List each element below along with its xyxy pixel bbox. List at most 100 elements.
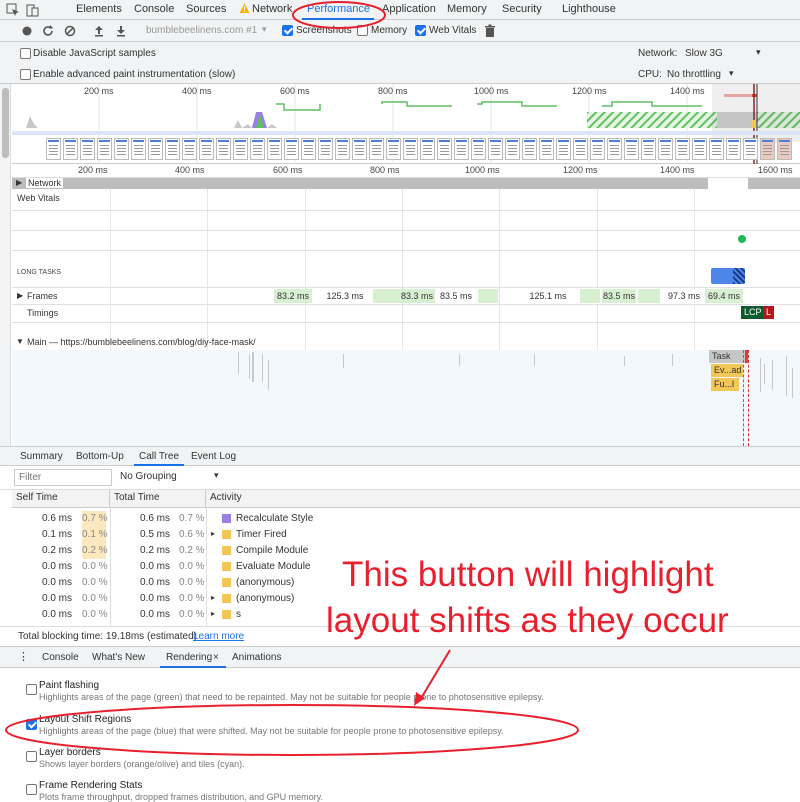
inspect-element-icon[interactable] [6,3,20,17]
reload-icon[interactable] [41,24,55,38]
web-vital-marker[interactable] [738,235,746,243]
filter-input[interactable] [14,469,112,486]
chevron-down-icon[interactable]: ▾ [756,47,761,58]
frame-box[interactable]: 125.1 ms [518,289,578,303]
screenshot-thumbnail[interactable] [641,138,656,160]
close-icon[interactable]: × [213,652,219,663]
screenshot-thumbnail[interactable] [692,138,707,160]
frame-box[interactable]: 97.3 ms [665,289,703,303]
learn-more-link[interactable]: Learn more [193,631,244,642]
screenshot-thumbnail[interactable] [352,138,367,160]
tab-call-tree[interactable]: Call Tree [139,451,179,462]
screenshot-thumbnail[interactable] [403,138,418,160]
screenshot-thumbnail[interactable] [454,138,469,160]
device-toolbar-icon[interactable] [26,3,40,17]
screenshot-thumbnail[interactable] [386,138,401,160]
rendering-option[interactable]: Layout Shift Regions Highlights areas of … [24,714,504,736]
network-track[interactable]: ▶ Network [12,178,800,189]
table-row[interactable]: 0.6 ms 0.7 % 0.6 ms 0.7 % Recalculate Style [12,511,800,527]
rendering-option-checkbox[interactable] [26,784,37,795]
tab-bottom-up[interactable]: Bottom-Up [76,451,124,462]
lcp-marker[interactable]: LCP [741,306,765,319]
clear-icon[interactable] [63,24,77,38]
expand-triangle-icon[interactable]: ▸ [211,593,215,602]
record-icon[interactable] [20,24,34,38]
memory-checkbox[interactable] [357,24,368,36]
disable-js-checkbox[interactable] [20,47,31,59]
screenshot-thumbnail[interactable] [777,138,792,160]
screenshot-thumbnail[interactable] [267,138,282,160]
screenshot-thumbnail[interactable] [369,138,384,160]
frame-box[interactable]: 83.5 ms [602,289,636,303]
frame-box[interactable]: 69.4 ms [705,289,743,303]
cpu-throttle-select[interactable]: No throttling [667,69,721,80]
rendering-option-checkbox[interactable] [26,718,37,730]
drawer-tab-whats-new[interactable]: What's New [92,652,145,663]
screenshot-thumbnail[interactable] [488,138,503,160]
screenshot-thumbnail[interactable] [726,138,741,160]
screenshot-thumbnail[interactable] [760,138,775,160]
tab-security[interactable]: Security [502,3,542,15]
screenshot-thumbnail[interactable] [556,138,571,160]
screenshot-thumbnail[interactable] [420,138,435,160]
screenshot-thumbnail[interactable] [97,138,112,160]
screenshot-thumbnail[interactable] [522,138,537,160]
screenshot-thumbnail[interactable] [216,138,231,160]
screenshot-thumbnail[interactable] [624,138,639,160]
rendering-option-checkbox[interactable] [26,684,37,695]
drawer-tab-animations[interactable]: Animations [232,652,281,663]
tab-network[interactable]: Network [252,3,292,15]
expand-triangle-icon[interactable]: ▸ [211,529,215,538]
tab-memory[interactable]: Memory [447,3,487,15]
screenshot-thumbnail[interactable] [658,138,673,160]
chevron-down-icon[interactable]: ▾ [214,470,219,481]
tab-application[interactable]: Application [382,3,436,15]
screenshot-thumbnail[interactable] [505,138,520,160]
screenshot-thumbnail[interactable] [335,138,350,160]
tab-sources[interactable]: Sources [186,3,226,15]
profile-select[interactable]: bumblebeelinens.com #1 [146,25,257,36]
screenshot-thumbnail[interactable] [607,138,622,160]
drawer-menu-icon[interactable]: ⋮ [18,650,29,663]
screenshots-checkbox[interactable] [282,24,293,36]
timeline-scrollbar[interactable] [0,84,11,446]
screenshot-thumbnail[interactable] [471,138,486,160]
network-throttle-select[interactable]: Slow 3G [685,48,723,59]
frame-box[interactable]: 83.2 ms [274,289,312,303]
grouping-select[interactable]: No Grouping [120,471,177,482]
screenshot-thumbnail[interactable] [539,138,554,160]
function-call-block[interactable]: Fu...l [711,378,739,391]
chevron-down-icon[interactable]: ▾ [729,68,734,79]
drawer-tab-rendering[interactable]: Rendering [166,652,212,663]
expand-triangle-icon[interactable]: ▶ [16,178,22,187]
screenshot-thumbnail[interactable] [318,138,333,160]
screenshot-thumbnail[interactable] [233,138,248,160]
screenshot-thumbnail[interactable] [709,138,724,160]
screenshot-thumbnail[interactable] [743,138,758,160]
screenshot-thumbnail[interactable] [675,138,690,160]
evaluate-script-block[interactable]: Ev...ad [711,364,743,377]
tab-console[interactable]: Console [134,3,174,15]
screenshot-thumbnail[interactable] [63,138,78,160]
task-block[interactable]: Task [709,350,745,363]
collapse-triangle-icon[interactable]: ▼ [16,337,24,346]
tab-event-log[interactable]: Event Log [191,451,236,462]
long-task-bar[interactable] [711,268,745,284]
tab-performance[interactable]: Performance [307,3,370,15]
table-row[interactable]: 0.1 ms 0.1 % 0.5 ms 0.6 % ▸ Timer Fired [12,527,800,543]
tab-elements[interactable]: Elements [76,3,122,15]
tab-summary[interactable]: Summary [20,451,63,462]
upload-icon[interactable] [92,24,106,38]
screenshot-thumbnail[interactable] [46,138,61,160]
column-total-time[interactable]: Total Time [110,490,206,508]
frame-box[interactable]: 125.3 ms [322,289,368,303]
rendering-option-checkbox[interactable] [26,751,37,762]
tab-lighthouse[interactable]: Lighthouse [562,3,616,15]
screenshot-thumbnail[interactable] [165,138,180,160]
screenshot-thumbnail[interactable] [114,138,129,160]
screenshot-thumbnail[interactable] [199,138,214,160]
chevron-down-icon[interactable]: ▾ [262,24,267,35]
load-marker[interactable]: L [763,306,775,319]
web-vitals-checkbox[interactable] [415,24,426,36]
trash-icon[interactable] [483,24,497,38]
